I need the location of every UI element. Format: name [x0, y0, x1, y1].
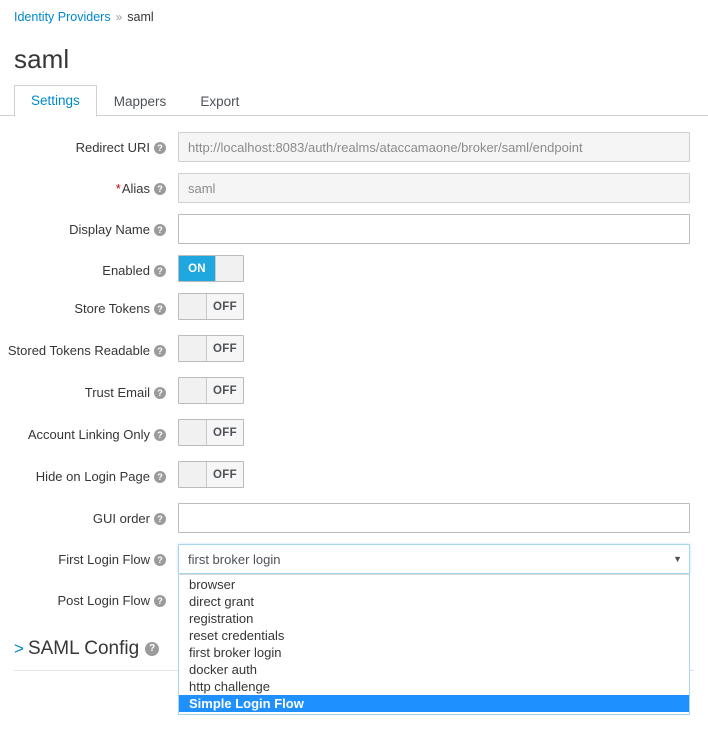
breadcrumb: Identity Providers » saml [0, 0, 708, 25]
account-linking-only-toggle[interactable]: OFF [178, 419, 244, 446]
label-trust-email: Trust Email? [0, 377, 178, 402]
option-first-broker-login[interactable]: first broker login [179, 644, 689, 661]
label-stored-tokens-readable: Stored Tokens Readable? [0, 335, 178, 360]
help-icon-alias[interactable]: ? [154, 183, 166, 195]
option-direct-grant[interactable]: direct grant [179, 593, 689, 610]
store-tokens-toggle[interactable]: OFF [178, 293, 244, 320]
label-hide-on-login-page: Hide on Login Page? [0, 461, 178, 486]
label-account-linking-only-text: Account Linking Only [27, 427, 150, 442]
tab-bar: Settings Mappers Export [0, 85, 708, 117]
option-registration[interactable]: registration [179, 610, 689, 627]
label-trust-email-text: Trust Email [84, 385, 150, 400]
label-alias-text: Alias [121, 181, 150, 196]
label-hide-on-login-page-text: Hide on Login Page [35, 469, 150, 484]
enabled-toggle-knob [215, 256, 243, 281]
help-icon-hide-on-login-page[interactable]: ? [154, 471, 166, 483]
stored-tokens-readable-toggle-knob [179, 336, 207, 361]
account-linking-only-toggle-label: OFF [207, 420, 243, 445]
option-reset-credentials[interactable]: reset credentials [179, 627, 689, 644]
field-row-hide-on-login-page: Hide on Login Page? OFF [0, 461, 708, 492]
field-row-store-tokens: Store Tokens? OFF [0, 293, 708, 324]
label-gui-order: GUI order? [0, 503, 178, 528]
redirect-uri-input [178, 132, 690, 162]
first-login-flow-select[interactable]: first broker login ▼ browser direct gran… [178, 544, 690, 715]
field-row-stored-tokens-readable: Stored Tokens Readable? OFF [0, 335, 708, 366]
option-simple-login-flow[interactable]: Simple Login Flow [179, 695, 689, 712]
identity-provider-settings-form: Redirect URI? *Alias? Display Name? Enab… [0, 116, 708, 715]
page-title: saml [14, 44, 70, 74]
field-row-gui-order: GUI order? [0, 503, 708, 533]
first-login-flow-select-face[interactable]: first broker login [178, 544, 690, 574]
help-icon-saml-config[interactable]: ? [145, 642, 160, 656]
stored-tokens-readable-toggle-label: OFF [207, 336, 243, 361]
hide-on-login-page-toggle-knob [179, 462, 207, 487]
help-icon-stored-tokens-readable[interactable]: ? [154, 345, 166, 357]
alias-input [178, 173, 690, 203]
required-marker-alias: * [115, 181, 121, 196]
stored-tokens-readable-toggle[interactable]: OFF [178, 335, 244, 362]
help-icon-enabled[interactable]: ? [154, 265, 166, 277]
label-display-name: Display Name? [0, 214, 178, 239]
tab-mappers[interactable]: Mappers [97, 86, 184, 117]
label-display-name-text: Display Name [69, 222, 150, 237]
help-icon-account-linking-only[interactable]: ? [154, 429, 166, 441]
label-alias: *Alias? [0, 173, 178, 198]
label-post-login-flow: Post Login Flow? [0, 585, 178, 610]
field-row-enabled: Enabled? ON [0, 255, 708, 282]
trust-email-toggle-label: OFF [207, 378, 243, 403]
trust-email-toggle-knob [179, 378, 207, 403]
hide-on-login-page-toggle-label: OFF [207, 462, 243, 487]
enabled-toggle[interactable]: ON [178, 255, 244, 282]
saml-config-section-label: SAML Config [27, 638, 140, 659]
field-row-redirect-uri: Redirect URI? [0, 132, 708, 162]
breadcrumb-current: saml [127, 10, 154, 24]
help-icon-post-login-flow[interactable]: ? [154, 595, 166, 607]
store-tokens-toggle-knob [179, 294, 207, 319]
label-gui-order-text: GUI order [92, 511, 150, 526]
tab-settings[interactable]: Settings [14, 85, 97, 117]
label-redirect-uri: Redirect URI? [0, 132, 178, 157]
field-row-account-linking-only: Account Linking Only? OFF [0, 419, 708, 450]
hide-on-login-page-toggle[interactable]: OFF [178, 461, 244, 488]
gui-order-input[interactable] [178, 503, 690, 533]
chevron-right-icon: > [14, 639, 24, 658]
label-stored-tokens-readable-text: Stored Tokens Readable [7, 343, 150, 358]
help-icon-display-name[interactable]: ? [154, 224, 166, 236]
label-account-linking-only: Account Linking Only? [0, 419, 178, 444]
help-icon-gui-order[interactable]: ? [154, 513, 166, 525]
first-login-flow-option-list: browser direct grant registration reset … [178, 574, 690, 715]
label-store-tokens-text: Store Tokens [74, 301, 150, 316]
help-icon-redirect-uri[interactable]: ? [154, 142, 166, 154]
help-icon-trust-email[interactable]: ? [154, 387, 166, 399]
label-post-login-flow-text: Post Login Flow [57, 593, 151, 608]
enabled-toggle-label: ON [179, 256, 215, 281]
trust-email-toggle[interactable]: OFF [178, 377, 244, 404]
field-row-display-name: Display Name? [0, 214, 708, 244]
label-redirect-uri-text: Redirect URI [75, 140, 150, 155]
label-enabled-text: Enabled [102, 263, 150, 278]
account-linking-only-toggle-knob [179, 420, 207, 445]
field-row-alias: *Alias? [0, 173, 708, 203]
help-icon-store-tokens[interactable]: ? [154, 303, 166, 315]
option-browser[interactable]: browser [179, 576, 689, 593]
option-http-challenge[interactable]: http challenge [179, 678, 689, 695]
help-icon-first-login-flow[interactable]: ? [154, 554, 166, 566]
field-row-first-login-flow: First Login Flow? first broker login ▼ b… [0, 544, 708, 715]
label-first-login-flow: First Login Flow? [0, 544, 178, 569]
field-row-trust-email: Trust Email? OFF [0, 377, 708, 408]
tab-export[interactable]: Export [183, 86, 256, 117]
breadcrumb-link-identity-providers[interactable]: Identity Providers [14, 10, 111, 24]
label-enabled: Enabled? [0, 255, 178, 280]
label-first-login-flow-text: First Login Flow [58, 552, 150, 567]
store-tokens-toggle-label: OFF [207, 294, 243, 319]
display-name-input[interactable] [178, 214, 690, 244]
option-docker-auth[interactable]: docker auth [179, 661, 689, 678]
label-store-tokens: Store Tokens? [0, 293, 178, 318]
breadcrumb-separator: » [115, 10, 123, 24]
